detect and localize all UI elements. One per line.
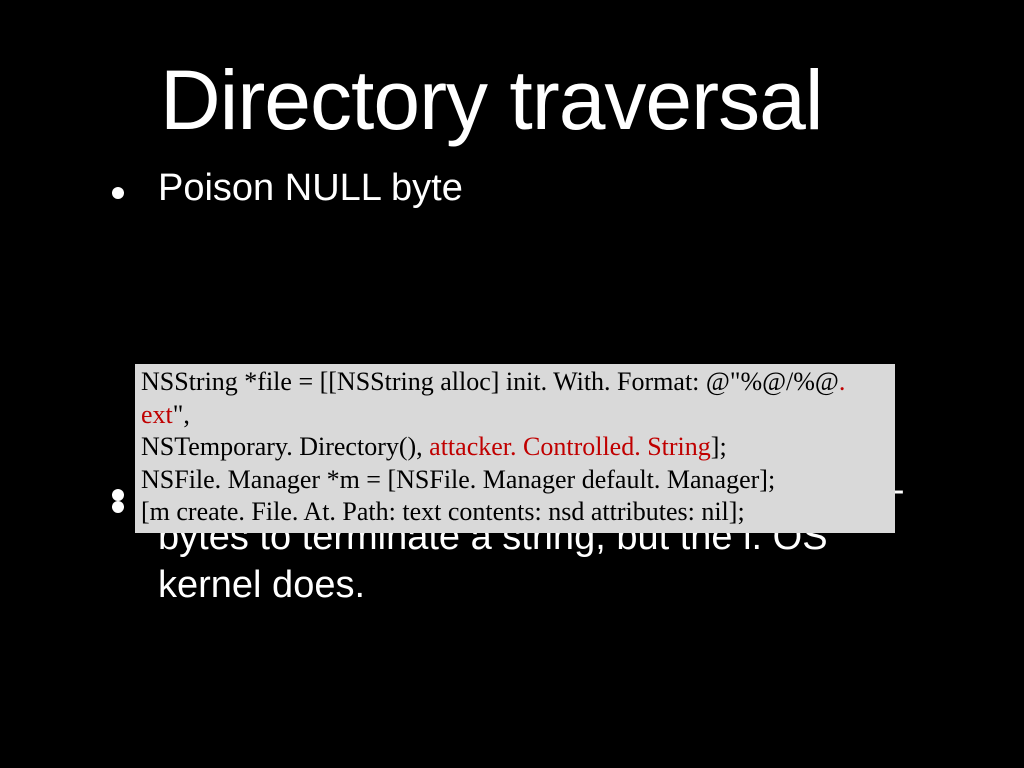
slide: Directory traversal Poison NULL byte Thi… xyxy=(0,52,1024,768)
code-line-3: NSFile. Manager *m = [NSFile. Manager de… xyxy=(141,464,889,497)
code-line-1: NSString *file = [[NSString alloc] init.… xyxy=(141,366,889,431)
bullet-dot-icon xyxy=(112,501,124,513)
code-line-2: NSTemporary. Directory(), attacker. Cont… xyxy=(141,431,889,464)
code-line-4: [m create. File. At. Path: text contents… xyxy=(141,496,889,529)
code-text: NSString *file = [[NSString alloc] init.… xyxy=(141,367,839,396)
bullet-dot-icon xyxy=(112,187,124,199)
bullet-1-text: Poison NULL byte xyxy=(158,165,463,213)
slide-title: Directory traversal xyxy=(160,52,944,149)
bullet-row-1: Poison NULL byte xyxy=(80,165,944,213)
code-text: NSTemporary. Directory(), xyxy=(141,432,429,461)
code-text: ", xyxy=(173,400,190,429)
bullet-dot-icon xyxy=(112,489,124,501)
code-text: ]; xyxy=(711,432,727,461)
code-block: NSString *file = [[NSString alloc] init.… xyxy=(135,364,895,533)
code-highlight: attacker. Controlled. String xyxy=(429,432,711,461)
